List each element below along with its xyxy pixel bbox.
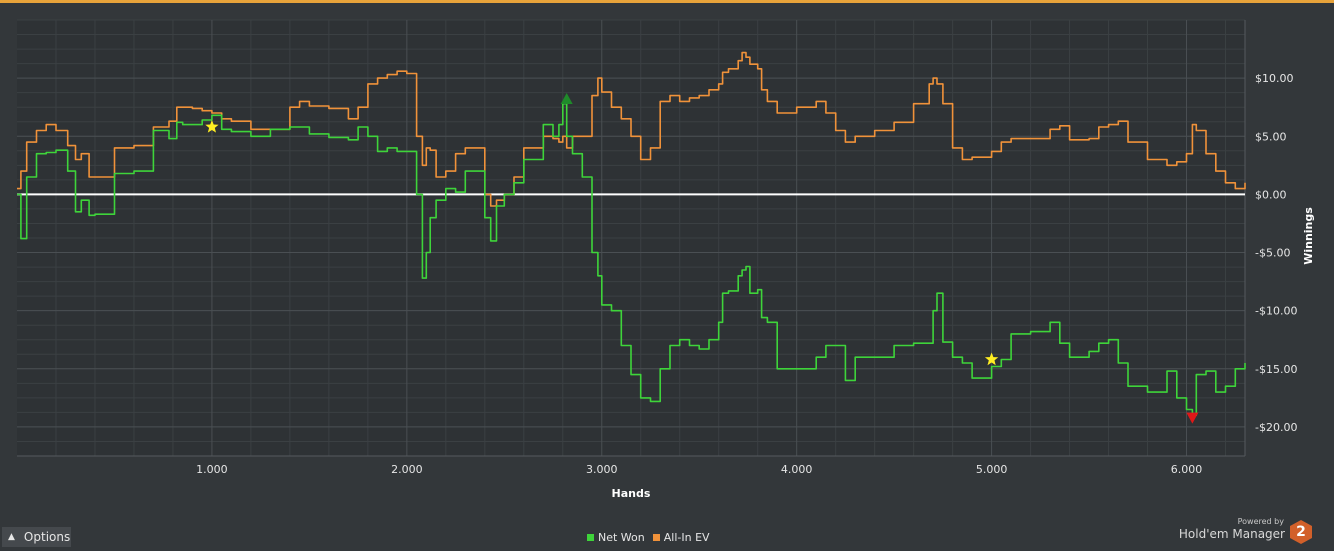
x-tick-label: 1.000 <box>196 463 228 476</box>
chart-legend: Net Won All-In EV <box>587 529 718 545</box>
powered-by-text: Powered by <box>1237 517 1284 526</box>
y-tick-label: $10.00 <box>1255 72 1294 85</box>
y-tick-label: -$15.00 <box>1255 363 1297 376</box>
legend-item-all-in-ev[interactable]: All-In EV <box>652 530 710 544</box>
x-tick-label: 5.000 <box>976 463 1008 476</box>
y-tick-label: $5.00 <box>1255 130 1287 143</box>
legend-label-all-in-ev: All-In EV <box>663 530 710 544</box>
x-axis-title: Hands <box>612 487 651 500</box>
y-tick-labels: $10.00 $5.00 $0.00 -$5.00 -$10.00 -$15.00 -$20… <box>1255 72 1297 434</box>
legend-item-net-won[interactable]: Net Won <box>587 531 645 544</box>
options-button[interactable]: ▲ Options <box>2 527 71 547</box>
brand-logo: Powered by Hold'em Manager 2 <box>1179 516 1320 546</box>
hm2-badge-icon: 2 <box>1290 520 1312 544</box>
options-label: Options <box>23 530 71 544</box>
legend-swatch-net-won <box>587 533 594 541</box>
y-tick-label: -$10.00 <box>1255 305 1297 318</box>
x-tick-labels: 1.000 2.000 3.000 4.000 5.000 6.000 <box>196 463 1202 476</box>
legend-swatch-all-in-ev <box>652 533 660 541</box>
x-tick-label: 6.000 <box>1171 463 1203 476</box>
legend-label-net-won: Net Won <box>598 530 645 544</box>
winnings-chart: 1.000 2.000 3.000 4.000 5.000 6.000 $10.00 $5.… <box>17 19 1315 500</box>
y-tick-label: $0.00 <box>1255 188 1287 201</box>
x-tick-label: 3.000 <box>586 463 618 476</box>
x-tick-label: 4.000 <box>781 463 813 476</box>
chevron-up-icon: ▲ <box>8 532 15 542</box>
y-tick-label: -$5.00 <box>1255 247 1290 260</box>
x-tick-label: 2.000 <box>391 463 423 476</box>
product-name: Hold'em Manager <box>1178 527 1285 541</box>
y-tick-label: -$20.00 <box>1255 421 1297 434</box>
y-axis-title: Winnings <box>1302 207 1315 265</box>
grid <box>17 19 1246 457</box>
